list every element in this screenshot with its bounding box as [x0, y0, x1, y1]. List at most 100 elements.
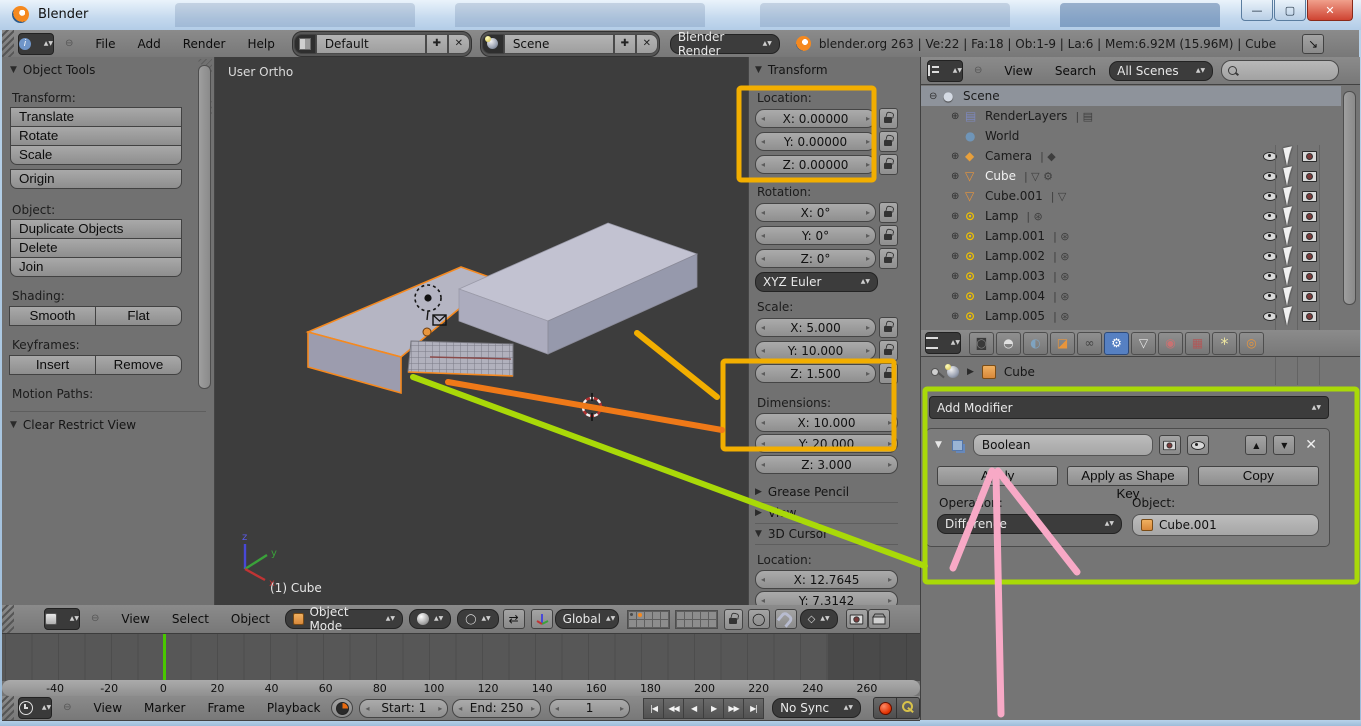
frame-end-field[interactable]: ◂End: 250▸ [452, 699, 541, 718]
viewport-3d[interactable]: z y x User Ortho (1) Cube ▼Transform Loc… [215, 57, 920, 605]
playback-button[interactable]: |◀ [643, 698, 664, 719]
selectability-cursor-icon[interactable] [1283, 206, 1296, 225]
tool-button[interactable]: Join [10, 257, 182, 277]
playback-button[interactable]: ◀ [683, 698, 704, 719]
location-field[interactable]: ◂ X: 0.00000 ▸ [755, 109, 876, 128]
object-name[interactable]: Lamp.003 [985, 269, 1045, 283]
object-name[interactable]: Scene [963, 89, 1000, 103]
tool-button[interactable]: Scale [10, 145, 182, 165]
object-select[interactable]: Cube.001 [1132, 514, 1319, 536]
object-name[interactable]: Cube.001 [985, 189, 1043, 203]
playback-button[interactable]: ▶ [703, 698, 724, 719]
expand-icon[interactable]: ⊕ [951, 231, 965, 242]
rotation-mode-select[interactable]: XYZ Euler▲▼ [755, 272, 878, 292]
operation-select[interactable]: Difference▲▼ [937, 514, 1122, 534]
menu-item[interactable]: View [110, 606, 160, 632]
renderability-camera-icon[interactable] [1302, 291, 1317, 302]
expand-icon[interactable]: ⊕ [951, 171, 965, 182]
step-right-icon[interactable]: ▸ [866, 114, 870, 123]
tool-button[interactable]: Insert [9, 355, 96, 375]
playback-button[interactable]: ◀◀ [663, 698, 684, 719]
properties-tab[interactable] [1185, 332, 1210, 355]
properties-tab[interactable] [1050, 332, 1075, 355]
dimension-field[interactable]: ◂ Y: 20.000 ▸ [755, 434, 898, 453]
step-right-icon[interactable]: ▸ [866, 160, 870, 169]
add-layout-icon[interactable]: ✚ [426, 34, 448, 54]
mode-select[interactable]: Object Mode▲▼ [285, 609, 403, 629]
outliner-search-input[interactable] [1221, 60, 1339, 81]
step-right-icon[interactable]: ▸ [888, 418, 892, 427]
modifier-render-toggle-icon[interactable] [1159, 435, 1181, 455]
selectability-cursor-icon[interactable] [1283, 266, 1296, 285]
lock-icon[interactable] [879, 317, 898, 338]
step-right-icon[interactable]: ▸ [866, 369, 870, 378]
add-modifier-select[interactable]: Add Modifier▲▼ [929, 396, 1329, 419]
lock-icon[interactable] [879, 202, 898, 223]
object-tools-panel-header[interactable]: ▼ Object Tools [10, 63, 206, 77]
properties-tab[interactable] [1077, 332, 1102, 355]
object-name[interactable]: Lamp [985, 209, 1018, 223]
renderability-camera-icon[interactable] [1302, 171, 1317, 182]
menu-item[interactable]: View [83, 695, 133, 721]
properties-tab[interactable] [1239, 332, 1264, 355]
grease-pencil-panel-header[interactable]: ▶Grease Pencil [755, 482, 898, 503]
scale-field[interactable]: ◂ Y: 10.000 ▸ [755, 341, 876, 360]
menu-item[interactable]: Select [161, 606, 220, 632]
location-field[interactable]: ◂ Z: 0.00000 ▸ [755, 155, 876, 174]
tree-row[interactable]: ⊕ Cube | ▽ ⚙ [921, 166, 1341, 186]
tree-row[interactable]: ⊕ Lamp.003 | ⊛ [921, 266, 1341, 286]
menu-item[interactable]: Search [1044, 58, 1107, 84]
tree-row[interactable]: ⊕ Lamp.001 | ⊛ [921, 226, 1341, 246]
playback-button[interactable]: ▶| [743, 698, 764, 719]
cursor-panel-header[interactable]: ▼3D Cursor [755, 524, 898, 545]
dimension-field[interactable]: ◂ Z: 3.000 ▸ [755, 455, 898, 474]
snap-magnet-icon[interactable] [775, 609, 797, 629]
step-right-icon[interactable]: ▸ [866, 231, 870, 240]
expand-icon[interactable]: ⊖ [929, 91, 943, 102]
close-button[interactable]: ✕ [1307, 0, 1353, 21]
properties-tab[interactable] [996, 332, 1021, 355]
object-name[interactable]: World [985, 129, 1019, 143]
renderability-camera-icon[interactable] [1302, 311, 1317, 322]
step-right-icon[interactable]: ▸ [866, 346, 870, 355]
auto-keyframe-icon[interactable] [896, 697, 920, 719]
menu-item[interactable]: Render [172, 31, 237, 57]
render-opengl-icon[interactable] [846, 609, 868, 629]
lock-icon[interactable] [879, 108, 898, 129]
proportional-edit-icon[interactable]: ◯ [748, 609, 770, 629]
maximize-button[interactable]: ▢ [1274, 0, 1306, 21]
pivot-select[interactable]: ◯ ▲▼ [457, 609, 498, 629]
menu-item[interactable]: File [84, 31, 126, 57]
tree-row[interactable]: ⊕ Lamp | ⊛ [921, 206, 1341, 226]
tool-button[interactable]: Remove [95, 355, 182, 375]
lock-icon[interactable] [879, 340, 898, 361]
tree-row[interactable]: ⊖ Scene [921, 86, 1341, 106]
lock-icon[interactable] [879, 248, 898, 269]
scale-field[interactable]: ◂ Z: 1.500 ▸ [755, 364, 876, 383]
lock-icon[interactable] [879, 154, 898, 175]
expand-icon[interactable]: ⊕ [951, 271, 965, 282]
properties-tab[interactable] [1023, 332, 1048, 355]
collapse-menus-icon[interactable]: ⊖ [54, 31, 84, 57]
step-right-icon[interactable]: ▸ [888, 460, 892, 469]
pivot-align-icon[interactable]: ⇄ [503, 609, 525, 629]
current-frame-field[interactable]: ◂1▸ [549, 699, 630, 718]
collapse-menus-icon[interactable]: ⊖ [80, 606, 110, 632]
delete-scene-icon[interactable]: ✕ [636, 34, 658, 54]
cube-001-object[interactable] [459, 223, 697, 354]
tool-button[interactable]: Rotate [10, 126, 182, 146]
step-right-icon[interactable]: ▸ [866, 137, 870, 146]
object-name[interactable]: Lamp.002 [985, 249, 1045, 263]
cursor-field[interactable]: ◂ X: 12.7645 ▸ [755, 570, 898, 589]
lock-icon[interactable] [879, 131, 898, 152]
minimize-button[interactable]: — [1241, 0, 1273, 21]
layers-widget[interactable] [627, 610, 718, 629]
transform-panel-header[interactable]: ▼Transform [755, 63, 898, 77]
object-name[interactable]: Lamp.004 [985, 289, 1045, 303]
menu-item[interactable]: View [993, 58, 1043, 84]
renderability-camera-icon[interactable] [1302, 251, 1317, 262]
dimension-field[interactable]: ◂ X: 10.000 ▸ [755, 413, 898, 432]
tree-row[interactable]: ⊕ Lamp.002 | ⊛ [921, 246, 1341, 266]
screen-layout-icon[interactable] [294, 34, 316, 54]
modifier-name-field[interactable]: Boolean [973, 434, 1153, 456]
